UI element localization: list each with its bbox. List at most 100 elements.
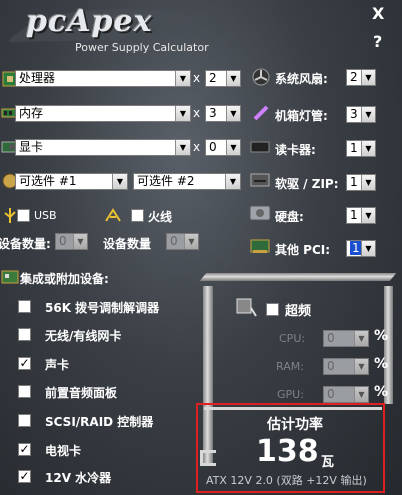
result-title: 估计功率: [267, 417, 323, 433]
optional-1-select[interactable]: 可选件 #1 ▼: [15, 173, 128, 190]
integrated-item-label: 无线/有线网卡: [45, 329, 122, 343]
chevron-down-icon: ▼: [112, 174, 127, 189]
lights-select[interactable]: 3 ▼: [346, 106, 376, 123]
hard-disk-icon: [249, 204, 271, 222]
overclock-checkbox[interactable]: [266, 303, 279, 316]
chevron-down-icon: ▼: [225, 174, 240, 189]
integrated-item[interactable]: ✓ 电视卡: [0, 441, 200, 459]
integrated-item-checkbox[interactable]: [18, 328, 31, 341]
result-divider: [204, 407, 382, 410]
cardreader-label: 读卡器:: [275, 143, 316, 157]
chevron-down-icon: ▼: [361, 208, 375, 223]
floppy-label: 软驱 / ZIP:: [275, 177, 339, 191]
overclock-cpu-unit: %: [374, 328, 389, 344]
firewire-count-value: 0: [170, 234, 178, 248]
memory-multiplier: x: [193, 106, 201, 120]
integrated-item-label: 声卡: [45, 358, 70, 372]
result-connector: [200, 450, 216, 466]
chevron-down-icon: ▼: [226, 71, 240, 86]
integrated-item-checkbox[interactable]: [18, 385, 31, 398]
integrated-devices-icon: [1, 268, 19, 286]
chevron-down-icon: ▼: [361, 241, 375, 256]
integrated-item[interactable]: 前置音频面板: [0, 383, 200, 401]
memory-select[interactable]: 内存 ▼: [15, 105, 191, 122]
optional-2-select[interactable]: 可选件 #2 ▼: [133, 173, 241, 190]
overclock-ram-value: 0: [327, 359, 335, 373]
integrated-heading: 集成或附加设备:: [20, 272, 109, 286]
harddisk-select[interactable]: 1 ▼: [346, 207, 376, 224]
overclock-gpu-label: GPU:: [277, 388, 304, 401]
chevron-down-icon: ▼: [361, 107, 375, 122]
integrated-item[interactable]: ✓ 12V 水冷器: [0, 468, 200, 486]
chevron-down-icon: ▼: [361, 70, 375, 85]
integrated-item-checkbox[interactable]: [18, 414, 31, 427]
firewire-label: 火线: [148, 210, 173, 224]
usb-checkbox[interactable]: [17, 209, 30, 222]
integrated-item-checkbox[interactable]: ✓: [18, 443, 31, 456]
cpu-qty-value: 2: [209, 71, 217, 85]
cpu-select[interactable]: 处理器 ▼: [15, 70, 191, 87]
usb-count-select[interactable]: 0 ▼: [55, 233, 88, 250]
help-icon[interactable]: ?: [373, 32, 382, 51]
usb-count-value: 0: [59, 234, 67, 248]
gpu-qty-select[interactable]: 0 ▼: [205, 139, 241, 156]
harddisk-value: 1: [350, 208, 358, 222]
overclock-gpu-select[interactable]: 0 ▼: [323, 386, 369, 403]
cpu-multiplier: x: [193, 71, 201, 85]
memory-select-value: 内存: [19, 106, 44, 120]
gpu-multiplier: x: [193, 140, 201, 154]
firewire-count-select[interactable]: 0 ▼: [166, 233, 199, 250]
chevron-down-icon: ▼: [175, 140, 190, 155]
fans-label: 系统风扇:: [275, 72, 328, 86]
overclock-cpu-label: CPU:: [279, 332, 306, 345]
integrated-item-label: 12V 水冷器: [45, 471, 112, 485]
integrated-item-checkbox[interactable]: [18, 300, 31, 313]
overclock-ram-select[interactable]: 0 ▼: [323, 358, 369, 375]
memory-qty-value: 3: [209, 106, 217, 120]
chevron-down-icon: ▼: [73, 234, 87, 249]
memory-qty-select[interactable]: 3 ▼: [205, 105, 241, 122]
cpu-qty-select[interactable]: 2 ▼: [205, 70, 241, 87]
chevron-down-icon: ▼: [175, 106, 190, 121]
floppy-select[interactable]: 1 ▼: [346, 174, 376, 191]
gpu-select-value: 显卡: [19, 140, 44, 154]
harddisk-label: 硬盘:: [275, 210, 304, 224]
integrated-item-label: 前置音频面板: [45, 386, 118, 400]
chevron-down-icon: ▼: [184, 234, 198, 249]
overclock-chip-icon: [234, 296, 258, 318]
chevron-down-icon: ▼: [226, 106, 240, 121]
lights-value: 3: [350, 107, 358, 121]
chevron-down-icon: ▼: [361, 175, 375, 190]
integrated-item-label: 56K 拨号调制解调器: [45, 301, 160, 315]
result-footer: ATX 12V 2.0 (双路 +12V 输出): [206, 474, 367, 487]
integrated-item[interactable]: ✓ 声卡: [0, 355, 200, 373]
chevron-down-icon: ▼: [354, 387, 368, 402]
floppy-drive-icon: [250, 171, 270, 189]
chevron-down-icon: ▼: [175, 71, 190, 86]
integrated-item[interactable]: 无线/有线网卡: [0, 326, 200, 344]
fan-icon: [252, 68, 270, 86]
integrated-item-checkbox[interactable]: ✓: [18, 357, 31, 370]
integrated-item-checkbox[interactable]: ✓: [18, 470, 31, 483]
chevron-down-icon: ▼: [361, 141, 375, 156]
optional-2-value: 可选件 #2: [137, 174, 195, 188]
overclock-ram-unit: %: [374, 356, 389, 372]
pci-select[interactable]: 1 ▼: [346, 240, 376, 257]
integrated-item[interactable]: 56K 拨号调制解调器: [0, 298, 200, 316]
cardreader-value: 1: [350, 141, 358, 155]
optional-1-value: 可选件 #1: [19, 174, 77, 188]
case-light-icon: [252, 104, 270, 122]
integrated-item[interactable]: SCSI/RAID 控制器: [0, 412, 200, 430]
overclock-gpu-unit: %: [374, 384, 389, 400]
overclock-cpu-select[interactable]: 0 ▼: [323, 330, 369, 347]
firewire-checkbox[interactable]: [131, 209, 144, 222]
result-value: 138: [256, 434, 319, 469]
usb-label: USB: [34, 209, 57, 222]
close-icon[interactable]: X: [372, 4, 384, 23]
firewire-icon: [104, 207, 122, 225]
gpu-select[interactable]: 显卡 ▼: [15, 139, 191, 156]
firewire-count-label: 设备数量: [103, 237, 152, 251]
cardreader-select[interactable]: 1 ▼: [346, 140, 376, 157]
overclock-ram-label: RAM:: [276, 360, 304, 373]
fans-select[interactable]: 2 ▼: [346, 69, 376, 86]
